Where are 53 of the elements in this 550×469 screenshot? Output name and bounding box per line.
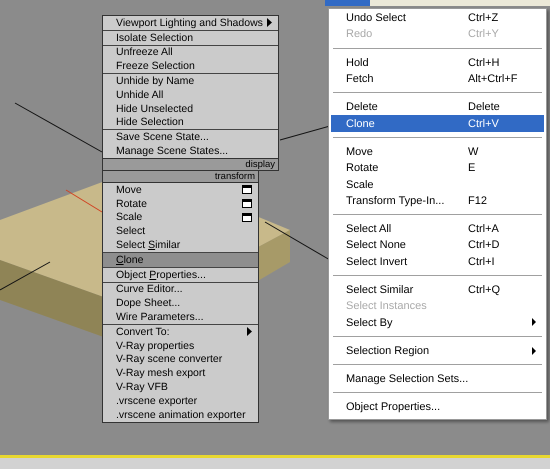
menu-item[interactable]: Manage Selection Sets... <box>331 371 544 388</box>
menu-item[interactable]: Unhide All <box>103 88 278 102</box>
menu-item[interactable]: Clone Ctrl+V <box>331 115 544 132</box>
menu-item[interactable]: Curve Editor... <box>103 282 258 296</box>
menu-item[interactable]: Scale <box>103 210 258 224</box>
submenu-arrow-icon <box>532 346 536 355</box>
submenu-arrow-icon <box>532 318 536 326</box>
submenu-arrow-icon <box>247 327 252 336</box>
section-header: display <box>102 158 279 171</box>
menu-item[interactable]: Move <box>103 182 258 197</box>
options-window-icon[interactable] <box>242 212 252 222</box>
menu-item[interactable]: Isolate Selection <box>103 30 278 45</box>
menu-item[interactable]: Object Properties... <box>331 399 544 416</box>
menu-item[interactable]: Hide Unselected <box>103 102 278 116</box>
menu-item[interactable]: Transform Type-In... F12 <box>331 192 544 209</box>
menu-item[interactable]: Hide Selection <box>103 116 278 130</box>
menu-item[interactable]: Object Properties... <box>103 268 258 282</box>
menu-item[interactable]: Rotate E <box>331 160 544 176</box>
menu-item[interactable]: Viewport Lighting and Shadows <box>103 16 278 30</box>
menu-item[interactable]: Select All Ctrl+A <box>331 220 544 238</box>
menu-item[interactable]: Clone <box>103 252 258 267</box>
menu-item[interactable]: Fetch Alt+Ctrl+F <box>331 70 544 88</box>
menu-item[interactable]: Rotate <box>103 196 258 211</box>
menu-item[interactable]: Selection Region <box>331 342 544 360</box>
menu-item[interactable]: Unhide by Name <box>103 74 278 88</box>
menu-item[interactable]: Hold Ctrl+H <box>331 54 544 71</box>
menu-item[interactable]: Undo Select Ctrl+Z <box>331 10 544 26</box>
menu-item[interactable]: Save Scene State... <box>103 130 278 144</box>
menu-item[interactable]: Convert To: <box>103 324 258 339</box>
menu-item[interactable]: V-Ray VFB <box>103 380 258 394</box>
menu-item[interactable]: .vrscene animation exporter <box>103 408 258 422</box>
menu-item[interactable]: V-Ray scene converter <box>103 352 258 366</box>
menu-item[interactable]: Delete Delete <box>331 99 544 116</box>
menu-item[interactable]: Select Similar <box>103 238 258 252</box>
menu-item[interactable]: Select None Ctrl+D <box>331 237 544 254</box>
menu-item[interactable]: Manage Scene States... <box>103 144 278 158</box>
options-window-icon[interactable] <box>242 199 252 208</box>
menu-item[interactable]: Freeze Selection <box>103 59 278 74</box>
menu-item[interactable]: Select Invert Ctrl+I <box>331 254 544 270</box>
menu-item[interactable]: Move W <box>331 144 544 160</box>
menu-item[interactable]: Select Similar Ctrl+Q <box>331 282 544 298</box>
menu-item[interactable]: Select <box>103 224 258 238</box>
options-window-icon[interactable] <box>242 185 252 194</box>
menu-item[interactable]: Scale <box>331 176 544 193</box>
menu-item[interactable]: V-Ray mesh export <box>103 366 258 380</box>
menu-item[interactable]: Wire Parameters... <box>103 310 258 324</box>
menu-item[interactable]: Dope Sheet... <box>103 296 258 310</box>
section-header: transform <box>102 170 259 183</box>
menu-item[interactable]: Select By <box>331 314 544 331</box>
menu-item[interactable]: V-Ray properties <box>103 338 258 353</box>
submenu-arrow-icon <box>267 18 272 28</box>
menu-item[interactable]: .vrscene exporter <box>103 394 258 408</box>
menu-item[interactable]: Unfreeze All <box>103 46 278 60</box>
